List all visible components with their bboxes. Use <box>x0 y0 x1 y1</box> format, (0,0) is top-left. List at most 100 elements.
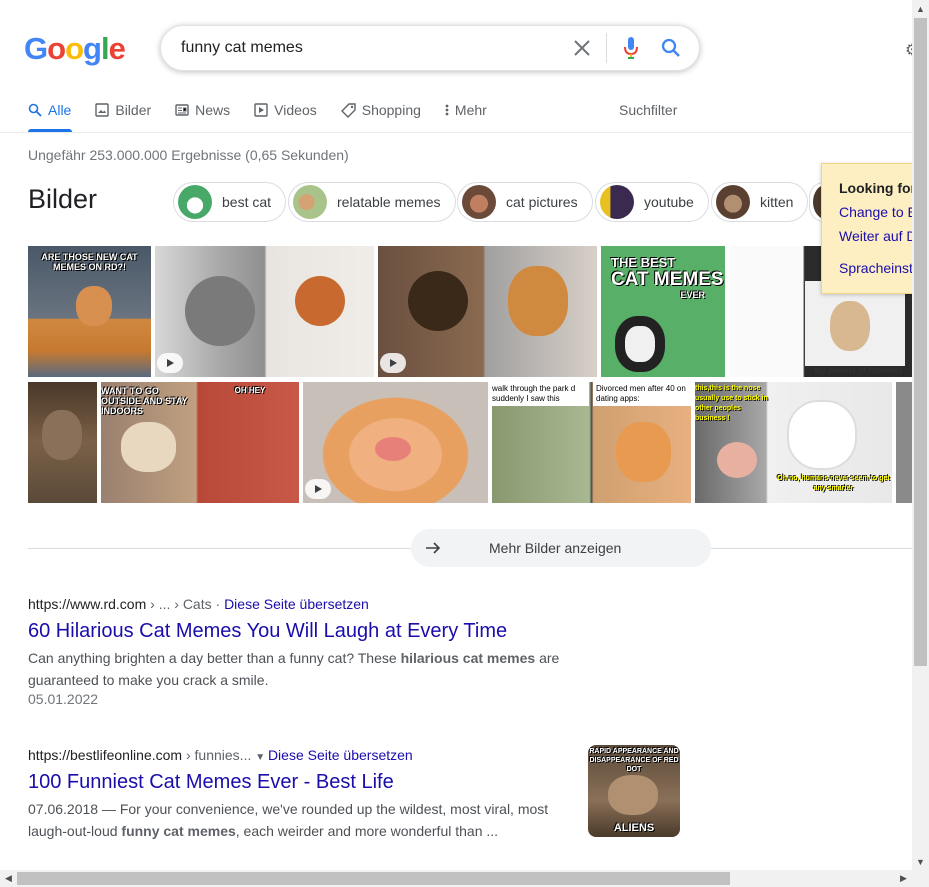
image-caption: RAPID APPEARANCE AND DISAPPEARANCE OF RE… <box>589 748 679 773</box>
result-title[interactable]: 60 Hilarious Cat Memes You Will Laugh at… <box>28 620 568 643</box>
chip-thumbnail <box>293 185 327 219</box>
suchfilter-button[interactable]: Suchfilter <box>619 102 677 118</box>
snippet-text: Can anything brighten a day better than … <box>28 650 401 666</box>
image-caption: walk through the park d suddenly I saw t… <box>492 384 576 403</box>
language-suggestion-panel: Looking for Change to En Weiter auf D Sp… <box>821 163 916 294</box>
dropdown-triangle-icon[interactable]: ▼ <box>255 752 268 763</box>
images-section-title: Bilder <box>28 184 98 214</box>
cat-face <box>608 775 658 815</box>
chip-thumbnail <box>178 185 212 219</box>
cat-nose <box>717 442 757 478</box>
search-tabs: Alle Bilder News Videos Shopping Mehr <box>28 100 511 132</box>
translate-link[interactable]: Diese Seite übersetzen <box>268 747 413 763</box>
image-caption: Divorced men after 40 on dating apps: <box>596 384 686 403</box>
google-logo[interactable]: Google <box>24 31 126 67</box>
play-icon <box>157 353 183 373</box>
cat-face <box>615 316 665 372</box>
scroll-left-icon[interactable]: ◀ <box>0 870 17 887</box>
result-snippet: Can anything brighten a day better than … <box>28 647 568 691</box>
image-result[interactable]: THE BEST CAT MEMES EVER <box>601 246 725 377</box>
chip-label: cat pictures <box>506 194 578 210</box>
search-divider <box>606 33 607 63</box>
tab-videos[interactable]: Videos <box>254 100 317 120</box>
tab-label: Mehr <box>454 102 487 118</box>
image-result[interactable] <box>896 382 912 503</box>
scroll-down-icon[interactable]: ▼ <box>912 853 929 870</box>
image-result[interactable]: walk through the park d suddenly I saw t… <box>492 382 691 503</box>
result-snippet: 07.06.2018 — For your convenience, we've… <box>28 798 558 842</box>
horizontal-scroll-thumb[interactable] <box>17 872 730 885</box>
image-caption: ARE THOSE NEW CAT MEMES ON RD?! <box>41 252 138 272</box>
change-language-link[interactable]: Change to En <box>839 204 916 220</box>
result-url[interactable]: https://bestlifeonline.com › funnies... … <box>28 747 558 763</box>
result-domain: https://bestlifeonline.com <box>28 747 183 763</box>
result-breadcrumb: › funnies... <box>182 747 252 763</box>
chip-label: kitten <box>760 194 794 210</box>
chip-label: youtube <box>644 194 694 210</box>
microphone-icon[interactable] <box>619 36 643 60</box>
image-caption: EVER <box>680 290 705 300</box>
search-result: https://www.rd.com › ... › Cats · Diese … <box>28 596 568 707</box>
image-result[interactable] <box>28 382 97 503</box>
search-icon[interactable] <box>659 36 683 60</box>
search-input[interactable]: funny cat memes <box>181 39 570 57</box>
result-title[interactable]: 100 Funniest Cat Memes Ever - Best Life <box>28 771 558 794</box>
more-vert-icon <box>445 103 449 117</box>
image-result[interactable]: this,this is the nose usually use to sti… <box>695 382 892 503</box>
more-images-label: Mehr Bilder anzeigen <box>489 540 622 556</box>
chip-thumbnail <box>462 185 496 219</box>
search-icon <box>28 103 42 117</box>
snippet-bold: funny cat memes <box>121 823 236 839</box>
news-icon <box>175 103 189 117</box>
vertical-scroll-thumb[interactable] <box>914 18 927 666</box>
chip-relatable-memes[interactable]: relatable memes <box>288 182 456 222</box>
result-url[interactable]: https://www.rd.com › ... › Cats · Diese … <box>28 596 568 612</box>
tag-icon <box>340 102 356 118</box>
tab-alle[interactable]: Alle <box>28 100 71 120</box>
tab-label: Videos <box>274 102 317 118</box>
image-result[interactable] <box>155 246 374 377</box>
chip-best-cat[interactable]: best cat <box>173 182 287 222</box>
chip-cat-pictures[interactable]: cat pictures <box>457 182 593 222</box>
cat-nose <box>375 437 411 461</box>
chip-label: best cat <box>222 194 272 210</box>
search-box[interactable]: funny cat memes <box>160 25 700 71</box>
continue-language-link[interactable]: Weiter auf D <box>839 228 916 244</box>
chip-kitten[interactable]: kitten <box>711 182 809 222</box>
tab-news[interactable]: News <box>175 100 230 120</box>
image-caption: OH HEY <box>234 386 266 395</box>
panel-title: Looking for <box>839 180 916 196</box>
result-thumbnail[interactable]: RAPID APPEARANCE AND DISAPPEARANCE OF RE… <box>588 745 680 837</box>
separator-dot: · <box>215 596 225 612</box>
image-caption: ALIENS <box>613 822 655 834</box>
language-settings-link[interactable]: Spracheinst <box>839 260 916 276</box>
result-stats: Ungefähr 253.000.000 Ergebnisse (0,65 Se… <box>28 147 349 163</box>
more-images-button[interactable]: Mehr Bilder anzeigen <box>411 529 711 567</box>
cat-body <box>295 276 345 326</box>
image-result[interactable] <box>378 246 597 377</box>
image-result[interactable]: WANT TO GO OUTSIDE AND STAY INDOORS OH H… <box>101 382 299 503</box>
result-domain: https://www.rd.com <box>28 596 147 612</box>
tab-label: Shopping <box>361 102 421 118</box>
image-caption: Oh no, humans never seem to get any smar… <box>777 475 890 492</box>
chip-youtube[interactable]: youtube <box>595 182 709 222</box>
clear-icon[interactable] <box>570 36 594 60</box>
tab-mehr[interactable]: Mehr <box>445 100 487 120</box>
cat-face <box>42 410 82 460</box>
translate-link[interactable]: Diese Seite übersetzen <box>224 596 369 612</box>
scroll-right-icon[interactable]: ▶ <box>895 870 912 887</box>
image-caption: WANT TO GO OUTSIDE AND STAY INDOORS <box>101 386 188 416</box>
chip-thumbnail <box>600 185 634 219</box>
image-result[interactable] <box>303 382 488 503</box>
scroll-up-icon[interactable]: ▲ <box>912 0 929 17</box>
image-result[interactable]: ARE THOSE NEW CAT MEMES ON RD?! <box>28 246 151 377</box>
tab-bilder[interactable]: Bilder <box>95 100 151 120</box>
chip-thumbnail <box>716 185 750 219</box>
tab-shopping[interactable]: Shopping <box>340 100 421 120</box>
cat-face <box>76 286 112 326</box>
cat-body <box>185 276 255 346</box>
header-divider <box>0 132 912 133</box>
chip-label: relatable memes <box>337 194 441 210</box>
play-icon <box>305 479 331 499</box>
tab-label: Bilder <box>115 102 152 118</box>
